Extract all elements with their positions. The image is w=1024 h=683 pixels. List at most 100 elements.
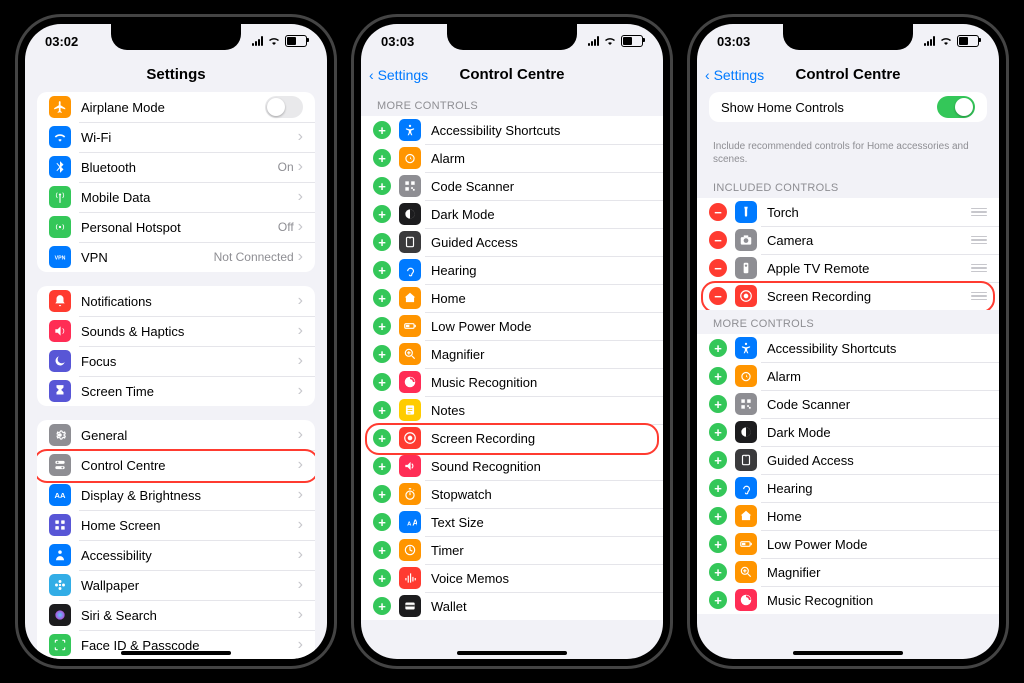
add-button[interactable]: + (709, 423, 727, 441)
control-row-home[interactable]: +Home (361, 284, 663, 312)
control-row-music-recognition[interactable]: +Music Recognition (361, 368, 663, 396)
settings-row-airplane-mode[interactable]: Airplane Mode (37, 92, 315, 122)
add-button[interactable]: + (373, 177, 391, 195)
settings-row-control-centre[interactable]: Control Centre› (37, 450, 315, 480)
reorder-handle[interactable] (971, 236, 987, 245)
add-button[interactable]: + (373, 149, 391, 167)
add-button[interactable]: + (373, 205, 391, 223)
settings-row-display-brightness[interactable]: AADisplay & Brightness› (37, 480, 315, 510)
add-button[interactable]: + (709, 451, 727, 469)
settings-row-bluetooth[interactable]: BluetoothOn› (37, 152, 315, 182)
alarm-icon (735, 365, 757, 387)
control-row-hearing[interactable]: +Hearing (697, 474, 999, 502)
control-row-screen-recording[interactable]: +Screen Recording (361, 424, 663, 452)
chevron-icon: › (298, 486, 303, 504)
add-button[interactable]: + (373, 261, 391, 279)
remove-button[interactable]: − (709, 259, 727, 277)
control-row-screen-recording[interactable]: −Screen Recording (697, 282, 999, 310)
control-row-magnifier[interactable]: +Magnifier (361, 340, 663, 368)
settings-row-mobile-data[interactable]: Mobile Data› (37, 182, 315, 212)
control-row-code-scanner[interactable]: +Code Scanner (697, 390, 999, 418)
add-button[interactable]: + (373, 373, 391, 391)
add-button[interactable]: + (709, 479, 727, 497)
settings-row-wallpaper[interactable]: Wallpaper› (37, 570, 315, 600)
remove-button[interactable]: − (709, 231, 727, 249)
qr-icon (735, 393, 757, 415)
reorder-handle[interactable] (971, 208, 987, 217)
add-button[interactable]: + (709, 591, 727, 609)
add-button[interactable]: + (709, 367, 727, 385)
control-row-stopwatch[interactable]: +Stopwatch (361, 480, 663, 508)
back-button[interactable]: ‹ Settings (369, 58, 428, 92)
control-row-accessibility-shortcuts[interactable]: +Accessibility Shortcuts (697, 334, 999, 362)
remove-button[interactable]: − (709, 203, 727, 221)
toggle[interactable] (265, 96, 303, 118)
add-button[interactable]: + (373, 289, 391, 307)
add-button[interactable]: + (373, 513, 391, 531)
reorder-handle[interactable] (971, 264, 987, 273)
add-button[interactable]: + (709, 507, 727, 525)
settings-row-personal-hotspot[interactable]: Personal HotspotOff› (37, 212, 315, 242)
remove-button[interactable]: − (709, 287, 727, 305)
add-button[interactable]: + (709, 339, 727, 357)
control-row-code-scanner[interactable]: +Code Scanner (361, 172, 663, 200)
add-button[interactable]: + (373, 569, 391, 587)
control-row-dark-mode[interactable]: +Dark Mode (361, 200, 663, 228)
add-button[interactable]: + (709, 563, 727, 581)
control-row-hearing[interactable]: +Hearing (361, 256, 663, 284)
svg-text:AA: AA (55, 491, 66, 500)
included-header: INCLUDED CONTROLS (697, 174, 999, 198)
control-row-torch[interactable]: −Torch (697, 198, 999, 226)
back-button[interactable]: ‹ Settings (705, 58, 764, 92)
settings-row-general[interactable]: General› (37, 420, 315, 450)
settings-row-sounds-haptics[interactable]: Sounds & Haptics› (37, 316, 315, 346)
add-button[interactable]: + (373, 541, 391, 559)
control-row-text-size[interactable]: +AAText Size (361, 508, 663, 536)
add-button[interactable]: + (373, 401, 391, 419)
control-row-apple-tv-remote[interactable]: −Apple TV Remote (697, 254, 999, 282)
page-title: Control Centre (796, 66, 901, 83)
reorder-handle[interactable] (971, 292, 987, 301)
control-row-wallet[interactable]: +Wallet (361, 592, 663, 620)
control-row-accessibility-shortcuts[interactable]: +Accessibility Shortcuts (361, 116, 663, 144)
show-home-controls-row[interactable]: Show Home Controls (709, 92, 987, 122)
show-home-toggle[interactable] (937, 96, 975, 118)
add-button[interactable]: + (373, 121, 391, 139)
add-button[interactable]: + (709, 395, 727, 413)
add-button[interactable]: + (373, 345, 391, 363)
control-row-camera[interactable]: −Camera (697, 226, 999, 254)
add-button[interactable]: + (373, 485, 391, 503)
add-button[interactable]: + (373, 317, 391, 335)
settings-row-wi-fi[interactable]: Wi-Fi› (37, 122, 315, 152)
home-indicator[interactable] (121, 651, 231, 655)
control-row-timer[interactable]: +Timer (361, 536, 663, 564)
control-row-music-recognition[interactable]: +Music Recognition (697, 586, 999, 614)
control-row-sound-recognition[interactable]: +Sound Recognition (361, 452, 663, 480)
control-row-home[interactable]: +Home (697, 502, 999, 530)
home-indicator[interactable] (793, 651, 903, 655)
control-row-voice-memos[interactable]: +Voice Memos (361, 564, 663, 592)
control-row-low-power-mode[interactable]: +Low Power Mode (361, 312, 663, 340)
control-row-guided-access[interactable]: +Guided Access (697, 446, 999, 474)
settings-row-accessibility[interactable]: Accessibility› (37, 540, 315, 570)
control-row-low-power-mode[interactable]: +Low Power Mode (697, 530, 999, 558)
control-row-guided-access[interactable]: +Guided Access (361, 228, 663, 256)
control-row-alarm[interactable]: +Alarm (697, 362, 999, 390)
add-button[interactable]: + (709, 535, 727, 553)
settings-row-home-screen[interactable]: Home Screen› (37, 510, 315, 540)
control-row-dark-mode[interactable]: +Dark Mode (697, 418, 999, 446)
settings-row-screen-time[interactable]: Screen Time› (37, 376, 315, 406)
settings-row-focus[interactable]: Focus› (37, 346, 315, 376)
settings-row-vpn[interactable]: VPNVPNNot Connected› (37, 242, 315, 272)
settings-row-notifications[interactable]: Notifications› (37, 286, 315, 316)
add-button[interactable]: + (373, 597, 391, 615)
control-row-alarm[interactable]: +Alarm (361, 144, 663, 172)
add-button[interactable]: + (373, 233, 391, 251)
settings-row-siri-search[interactable]: Siri & Search› (37, 600, 315, 630)
chevron-icon: › (298, 516, 303, 534)
control-row-notes[interactable]: +Notes (361, 396, 663, 424)
control-row-magnifier[interactable]: +Magnifier (697, 558, 999, 586)
add-button[interactable]: + (373, 429, 391, 447)
home-indicator[interactable] (457, 651, 567, 655)
add-button[interactable]: + (373, 457, 391, 475)
